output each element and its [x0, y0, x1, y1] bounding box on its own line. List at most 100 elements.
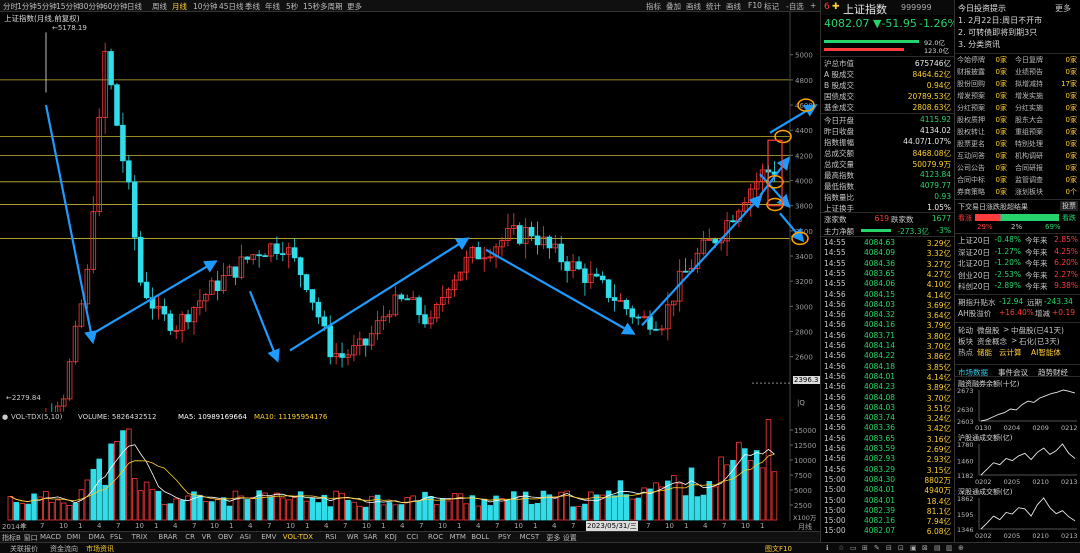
- toolbar-button-8[interactable]: +: [810, 1, 816, 10]
- indicator-21[interactable]: BOLL: [471, 533, 489, 541]
- event-label-2a[interactable]: 股份回购: [957, 79, 985, 89]
- event-label-3a[interactable]: 增发预案: [957, 91, 985, 101]
- indicator-22[interactable]: PSY: [498, 533, 511, 541]
- toolbar-button-6[interactable]: 标记: [764, 1, 779, 12]
- timeframe-1[interactable]: 1分钟: [17, 1, 37, 12]
- indicator-18[interactable]: CCI: [406, 533, 418, 541]
- event-label-7b[interactable]: 特别处理: [1015, 139, 1043, 149]
- indicator-4[interactable]: DMA: [88, 533, 104, 541]
- timeframe-2[interactable]: 5分钟: [37, 1, 57, 12]
- event-label-9b[interactable]: 合同研报: [1015, 163, 1043, 173]
- event-label-8a[interactable]: 互动问答: [957, 151, 985, 161]
- event-label-8b[interactable]: 机构调研: [1015, 151, 1043, 161]
- status-icon-9[interactable]: ▤: [934, 544, 941, 552]
- timeframe-7[interactable]: 周线: [152, 1, 167, 12]
- indicator-12[interactable]: EMV: [261, 533, 276, 541]
- indicator-2[interactable]: MACD: [40, 533, 61, 541]
- status-icon-11[interactable]: ⊕: [958, 544, 964, 552]
- timeframe-4[interactable]: 30分钟: [79, 1, 104, 12]
- event-label-4a[interactable]: 分红预案: [957, 103, 985, 113]
- indicator-20[interactable]: MTM: [450, 533, 466, 541]
- indicator-7[interactable]: BRAR: [158, 533, 177, 541]
- event-label-9a[interactable]: 公司公告: [957, 163, 985, 173]
- timeframe-3[interactable]: 15分钟: [56, 1, 81, 12]
- status-icon-1[interactable]: ☆: [838, 544, 844, 552]
- hot-item-2[interactable]: 云计算: [999, 347, 1022, 358]
- news-item-1[interactable]: 2. 可转债即将到期3只: [958, 27, 1037, 38]
- event-label-6a[interactable]: 股权转让: [957, 127, 985, 137]
- status-icon-8[interactable]: ⊠: [922, 544, 928, 552]
- event-label-3b[interactable]: 增发实施: [1015, 91, 1043, 101]
- tick-list[interactable]: 14:55 4084.63 3.29亿 14:55 4084.09 3.32亿 14:55 4…: [821, 238, 954, 538]
- status-tab-2[interactable]: 市场资讯: [86, 544, 114, 553]
- toolbar-button-0[interactable]: 指标: [646, 1, 661, 12]
- status-icon-4[interactable]: ✎: [874, 544, 880, 552]
- event-label-4b[interactable]: 分红实施: [1015, 103, 1043, 113]
- timeframe-14[interactable]: 15秒: [303, 1, 320, 12]
- toolbar-button-4[interactable]: 画线: [726, 1, 741, 12]
- indicator-19[interactable]: ROC: [428, 533, 443, 541]
- timeframe-12[interactable]: 年线: [265, 1, 280, 12]
- hot-item-3[interactable]: AI智能体: [1031, 347, 1061, 358]
- vote-button[interactable]: 投票: [1060, 201, 1078, 211]
- event-label-5b[interactable]: 股东大会: [1015, 115, 1043, 125]
- event-label-7a[interactable]: 股票更名: [957, 139, 985, 149]
- event-label-10a[interactable]: 合同中标: [957, 175, 985, 185]
- kline-chart[interactable]: 5000480046004400420040003800360034003200…: [0, 12, 820, 412]
- status-tab-1[interactable]: 资金流向: [50, 544, 78, 553]
- event-label-1b[interactable]: 业绩预告: [1015, 67, 1043, 77]
- timeframe-9[interactable]: 10分钟: [193, 1, 218, 12]
- timeframe-5[interactable]: 60分钟: [103, 1, 128, 12]
- event-label-1a[interactable]: 财报披露: [957, 67, 985, 77]
- indicator-13[interactable]: VOL-TDX: [283, 533, 313, 541]
- indicator-8[interactable]: CR: [185, 533, 195, 541]
- tab-trend-finance[interactable]: 趋势财经: [1038, 367, 1068, 378]
- status-icon-5[interactable]: ⊟: [886, 544, 892, 552]
- indicator-10[interactable]: OBV: [218, 533, 233, 541]
- indicator-3[interactable]: DMI: [67, 533, 81, 541]
- hot-item-1[interactable]: 储能: [977, 347, 992, 358]
- toolbar-button-7[interactable]: -自选: [786, 1, 804, 12]
- indicator-5[interactable]: FSL: [110, 533, 122, 541]
- timeframe-11[interactable]: 季线: [245, 1, 260, 12]
- indicator-14[interactable]: RSI: [325, 533, 336, 541]
- event-label-5a[interactable]: 股权质押: [957, 115, 985, 125]
- event-label-0a[interactable]: 今始停牌: [957, 55, 985, 65]
- status-icon-7[interactable]: ▣: [910, 544, 917, 552]
- indicator-9[interactable]: VR: [202, 533, 212, 541]
- timeframe-13[interactable]: 5秒: [286, 1, 298, 12]
- event-label-11b[interactable]: 涨划板块: [1015, 187, 1043, 197]
- timeframe-15[interactable]: 多周期: [320, 1, 343, 12]
- news-more-link[interactable]: 更多: [1055, 3, 1071, 14]
- event-label-11a[interactable]: 券商策略: [957, 187, 985, 197]
- status-icon-3[interactable]: ⊞: [862, 544, 868, 552]
- indicator-11[interactable]: ASI: [240, 533, 251, 541]
- timeframe-8[interactable]: 月线: [172, 1, 187, 12]
- event-label-2b[interactable]: 拟增减持: [1015, 79, 1043, 89]
- news-item-2[interactable]: 3. 分类资讯: [958, 39, 1000, 50]
- tab-market-data[interactable]: 市场数据: [958, 367, 988, 378]
- timeframe-0[interactable]: 分时: [3, 1, 18, 12]
- timeframe-16[interactable]: 更多: [347, 1, 362, 12]
- timeframe-10[interactable]: 45日线: [219, 1, 244, 12]
- status-icon-10[interactable]: ▥: [946, 544, 953, 552]
- indicator-6[interactable]: TRIX: [132, 533, 148, 541]
- indicator-15[interactable]: WR: [347, 533, 359, 541]
- news-item-0[interactable]: 1. 2月22日:周日不开市: [958, 15, 1042, 26]
- status-icon-0[interactable]: ℹ: [826, 544, 829, 552]
- indicator-23[interactable]: MCST: [520, 533, 540, 541]
- status-icon-2[interactable]: ▭: [850, 544, 857, 552]
- f10-link[interactable]: 图文F10: [765, 544, 792, 553]
- timeframe-6[interactable]: 日线: [127, 1, 142, 12]
- indicator-16[interactable]: SAR: [363, 533, 377, 541]
- toolbar-button-2[interactable]: 画线: [686, 1, 701, 12]
- event-label-0b[interactable]: 今日复牌: [1015, 55, 1043, 65]
- toolbar-button-1[interactable]: 叠加: [666, 1, 681, 12]
- event-label-6b[interactable]: 重组预案: [1015, 127, 1043, 137]
- volume-chart[interactable]: 15000 12500 10000 7500 5000 2500: [0, 412, 820, 522]
- indicator-17[interactable]: KDJ: [385, 533, 397, 541]
- status-icon-6[interactable]: ⊡: [898, 544, 904, 552]
- tab-event-meetings[interactable]: 事件会议: [998, 367, 1028, 378]
- status-tab-0[interactable]: 关联报价: [10, 544, 38, 553]
- toolbar-button-5[interactable]: F10: [748, 1, 762, 10]
